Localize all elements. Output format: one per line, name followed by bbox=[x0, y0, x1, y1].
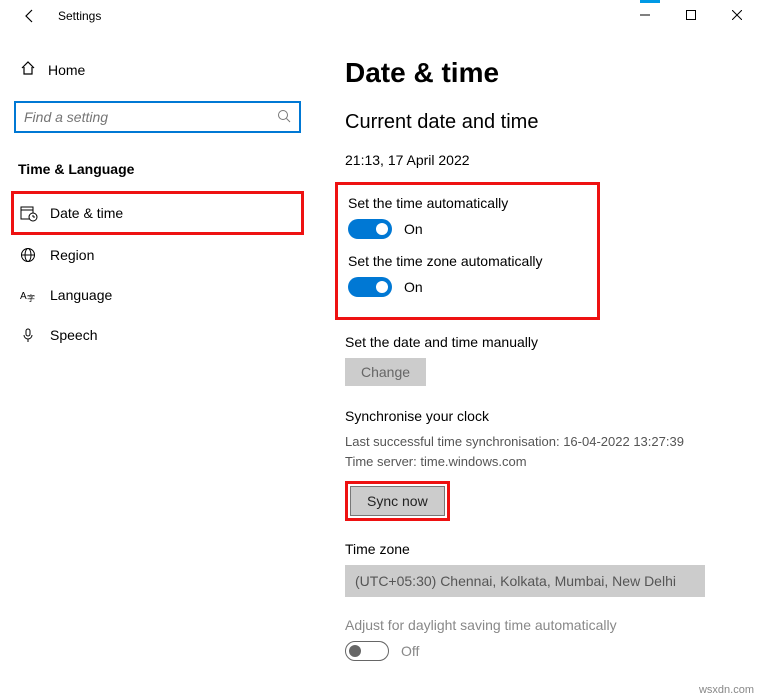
maximize-button[interactable] bbox=[668, 0, 714, 30]
home-icon bbox=[20, 60, 48, 79]
section-subtitle: Current date and time bbox=[345, 111, 740, 134]
home-label: Home bbox=[48, 62, 85, 78]
home-nav[interactable]: Home bbox=[14, 52, 301, 87]
page-title: Date & time bbox=[345, 57, 740, 89]
titlebar: Settings bbox=[0, 0, 760, 32]
dst-toggle[interactable] bbox=[345, 641, 389, 661]
timezone-select[interactable]: (UTC+05:30) Chennai, Kolkata, Mumbai, Ne… bbox=[345, 565, 705, 597]
language-icon: A字 bbox=[20, 287, 50, 303]
auto-time-state: On bbox=[404, 221, 423, 237]
dst-state: Off bbox=[401, 643, 419, 659]
main-panel: Date & time Current date and time 21:13,… bbox=[315, 32, 760, 700]
current-datetime: 21:13, 17 April 2022 bbox=[345, 152, 740, 168]
nav-label: Speech bbox=[50, 327, 97, 343]
search-box[interactable] bbox=[14, 101, 301, 133]
nav-date-time[interactable]: Date & time bbox=[11, 191, 304, 235]
auto-tz-state: On bbox=[404, 279, 423, 295]
window-controls bbox=[622, 0, 760, 30]
auto-tz-label: Set the time zone automatically bbox=[348, 253, 587, 269]
auto-time-toggle[interactable] bbox=[348, 219, 392, 239]
search-icon bbox=[277, 109, 291, 126]
minimize-button[interactable] bbox=[622, 0, 668, 30]
sync-last: Last successful time synchronisation: 16… bbox=[345, 432, 740, 452]
watermark: wsxdn.com bbox=[699, 684, 754, 696]
svg-text:A: A bbox=[20, 291, 27, 302]
svg-text:字: 字 bbox=[27, 293, 35, 303]
category-header: Time & Language bbox=[18, 161, 301, 177]
sidebar: Home Time & Language Date & time Region … bbox=[0, 32, 315, 700]
microphone-icon bbox=[20, 327, 50, 343]
sync-now-button[interactable]: Sync now bbox=[350, 486, 445, 516]
window-title: Settings bbox=[58, 9, 101, 23]
tz-header: Time zone bbox=[345, 541, 740, 557]
nav-region[interactable]: Region bbox=[14, 235, 301, 275]
calendar-clock-icon bbox=[20, 204, 50, 222]
auto-time-label: Set the time automatically bbox=[348, 195, 587, 211]
close-button[interactable] bbox=[714, 0, 760, 30]
highlight-box-sync: Sync now bbox=[345, 481, 450, 521]
manual-label: Set the date and time manually bbox=[345, 334, 740, 350]
nav-speech[interactable]: Speech bbox=[14, 315, 301, 355]
nav-label: Date & time bbox=[50, 205, 123, 221]
highlight-box-toggles: Set the time automatically On Set the ti… bbox=[335, 182, 600, 320]
sync-header: Synchronise your clock bbox=[345, 408, 740, 424]
search-input[interactable] bbox=[24, 109, 277, 125]
nav-label: Region bbox=[50, 247, 94, 263]
change-button[interactable]: Change bbox=[345, 358, 426, 386]
back-button[interactable] bbox=[10, 0, 50, 32]
dst-label: Adjust for daylight saving time automati… bbox=[345, 617, 740, 633]
globe-icon bbox=[20, 247, 50, 263]
nav-label: Language bbox=[50, 287, 112, 303]
nav-language[interactable]: A字 Language bbox=[14, 275, 301, 315]
sync-server: Time server: time.windows.com bbox=[345, 452, 740, 472]
auto-tz-toggle[interactable] bbox=[348, 277, 392, 297]
